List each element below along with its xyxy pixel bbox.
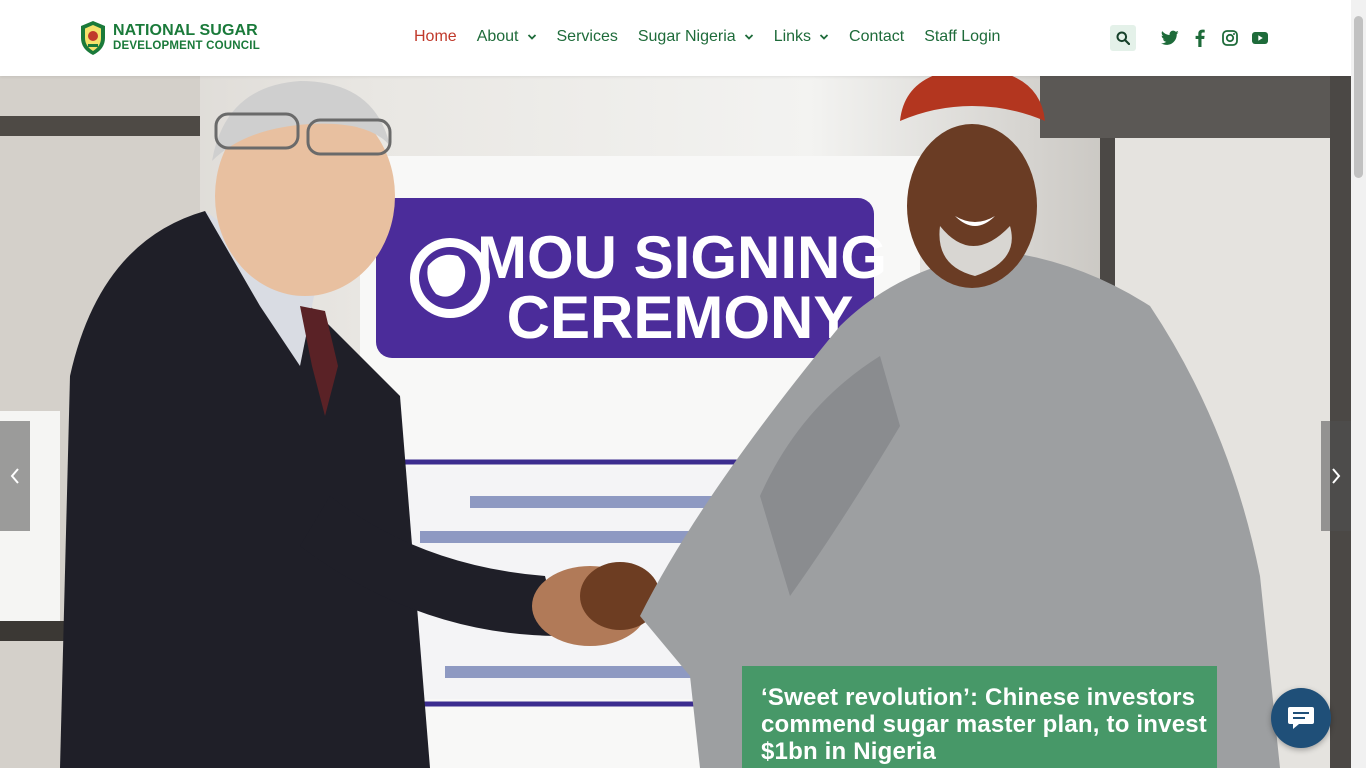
facebook-link[interactable] bbox=[1190, 28, 1210, 48]
banner-line1: MOU SIGNING bbox=[477, 224, 887, 291]
search-icon bbox=[1116, 31, 1130, 45]
chat-icon bbox=[1288, 707, 1314, 729]
nav-sugar-nigeria-label: Sugar Nigeria bbox=[637, 28, 736, 45]
nav-services-label: Services bbox=[556, 28, 618, 45]
chevron-right-icon bbox=[1332, 468, 1341, 484]
slide-caption[interactable]: ‘Sweet revolution’: Chinese investors co… bbox=[742, 666, 1217, 768]
search-button[interactable] bbox=[1110, 25, 1136, 51]
nav-contact[interactable]: Contact bbox=[849, 28, 904, 46]
nav-links[interactable]: Links bbox=[774, 28, 829, 46]
slide-caption-title: ‘Sweet revolution’: Chinese investors co… bbox=[761, 684, 1207, 765]
hero-slider: MOU SIGNING CEREMONY ‘Sweet revolution’:… bbox=[0, 76, 1351, 768]
instagram-icon bbox=[1222, 30, 1238, 46]
coat-of-arms-icon bbox=[81, 21, 105, 55]
youtube-link[interactable] bbox=[1250, 28, 1270, 48]
site-header: NATIONAL SUGAR DEVELOPMENT COUNCIL Home … bbox=[0, 0, 1351, 76]
brand-name-line1: NATIONAL SUGAR bbox=[113, 22, 258, 40]
twitter-icon bbox=[1161, 30, 1179, 45]
site-logo[interactable]: NATIONAL SUGAR DEVELOPMENT COUNCIL bbox=[78, 20, 260, 56]
banner-line2: CEREMONY bbox=[507, 284, 854, 351]
twitter-link[interactable] bbox=[1160, 28, 1180, 48]
scrollbar-thumb[interactable] bbox=[1354, 16, 1363, 178]
chevron-down-icon bbox=[819, 34, 829, 40]
nav-services[interactable]: Services bbox=[557, 28, 618, 46]
nav-links-label: Links bbox=[773, 28, 812, 45]
nav-about-label: About bbox=[476, 28, 519, 45]
nav-sugar-nigeria[interactable]: Sugar Nigeria bbox=[638, 28, 754, 46]
hero-image: MOU SIGNING CEREMONY bbox=[0, 76, 1351, 768]
nav-about[interactable]: About bbox=[477, 28, 537, 46]
main-nav: Home About Services Sugar Nigeria Links … bbox=[414, 28, 1020, 46]
youtube-icon bbox=[1252, 32, 1268, 44]
nav-contact-label: Contact bbox=[849, 28, 905, 45]
page-scrollbar[interactable] bbox=[1351, 0, 1366, 768]
slider-prev-button[interactable] bbox=[0, 421, 30, 531]
nav-staff-login[interactable]: Staff Login bbox=[924, 28, 1000, 46]
social-links bbox=[1160, 28, 1280, 48]
nav-home-label: Home bbox=[414, 28, 457, 45]
nav-staff-login-label: Staff Login bbox=[924, 28, 1001, 45]
brand-name: NATIONAL SUGAR DEVELOPMENT COUNCIL bbox=[113, 23, 260, 53]
nav-home[interactable]: Home bbox=[414, 28, 457, 46]
chat-button[interactable] bbox=[1271, 688, 1331, 748]
facebook-icon bbox=[1195, 29, 1205, 47]
chevron-down-icon bbox=[744, 34, 753, 40]
chevron-left-icon bbox=[10, 468, 19, 484]
instagram-link[interactable] bbox=[1220, 28, 1240, 48]
slider-next-button[interactable] bbox=[1321, 421, 1351, 531]
brand-name-line2: DEVELOPMENT COUNCIL bbox=[113, 40, 260, 53]
chevron-down-icon bbox=[527, 34, 536, 40]
